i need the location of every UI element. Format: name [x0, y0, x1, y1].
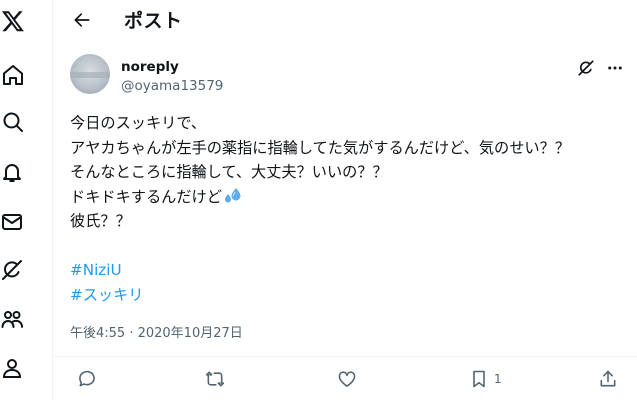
post-line: ドキドキするんだけど: [70, 187, 222, 206]
reply-button[interactable]: [77, 368, 97, 390]
share-icon: [600, 370, 616, 387]
x-logo-icon[interactable]: [1, 9, 25, 33]
more-horizontal-icon: [608, 66, 622, 70]
repost-button[interactable]: [205, 368, 225, 390]
display-name[interactable]: noreply: [121, 59, 179, 75]
post-author: noreply @oyama13579: [70, 54, 630, 98]
header: ポスト: [53, 0, 637, 40]
reply-icon: [79, 370, 95, 387]
avatar[interactable]: [70, 54, 110, 94]
post-timestamp[interactable]: 午後4:55 · 2020年10月27日: [70, 322, 243, 341]
home-icon[interactable]: [1, 63, 25, 87]
notifications-icon[interactable]: [0, 160, 24, 184]
profile-icon[interactable]: [0, 356, 24, 380]
share-button[interactable]: [598, 368, 618, 390]
messages-icon[interactable]: [0, 210, 24, 234]
bookmark-icon: [473, 370, 485, 388]
repost-icon: [205, 371, 225, 387]
search-icon[interactable]: [1, 110, 25, 134]
post-line: そんなところに指輪して、大丈夫？いいの？？: [70, 163, 388, 181]
post-line: 彼氏？？: [70, 212, 131, 230]
arrow-left-icon: [74, 13, 90, 27]
hashtag-link[interactable]: #NiziU: [70, 258, 635, 283]
bookmark-button[interactable]: 1: [469, 368, 502, 390]
page-title: ポスト: [124, 10, 183, 32]
post-actions: 1: [53, 357, 637, 400]
like-button[interactable]: [337, 368, 357, 390]
post-line: アヤカちゃんが左手の薬指に指輪してた気がするんだけど、気のせい？？: [70, 138, 570, 157]
post-line: 今日のスッキリで、: [70, 114, 207, 132]
communities-icon[interactable]: [0, 307, 24, 331]
grok-icon: [578, 60, 594, 76]
grok-button[interactable]: [576, 58, 596, 78]
hashtag-link[interactable]: #スッキリ: [70, 283, 635, 308]
bookmark-count: 1: [494, 372, 502, 386]
sweat-droplets-icon: [224, 187, 241, 202]
sidebar: [0, 0, 52, 400]
heart-icon: [338, 371, 356, 387]
username[interactable]: @oyama13579: [121, 78, 223, 94]
post-line-with-emoji: ドキドキするんだけど: [70, 185, 635, 210]
back-button[interactable]: [70, 8, 94, 32]
grok-icon[interactable]: [0, 258, 24, 282]
more-options-button[interactable]: [604, 58, 626, 78]
post-detail: ポスト noreply @oyama13579 今日のスッキリで、 アヤカちゃん…: [53, 0, 637, 400]
post-text: 今日のスッキリで、 アヤカちゃんが左手の薬指に指輪してた気がするんだけど、気のせ…: [70, 111, 635, 307]
